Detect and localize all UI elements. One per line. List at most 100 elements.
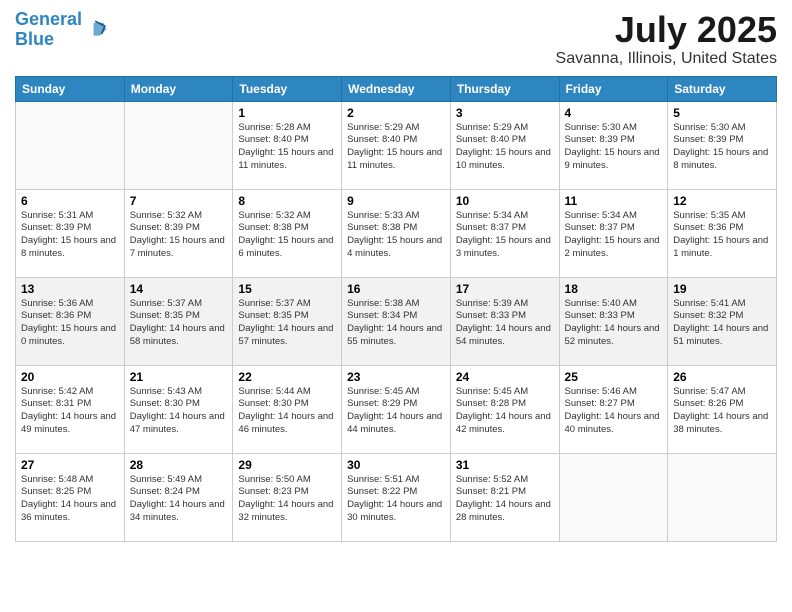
day-info: Sunrise: 5:39 AMSunset: 8:33 PMDaylight:…	[456, 298, 554, 349]
day-info: Sunrise: 5:29 AMSunset: 8:40 PMDaylight:…	[347, 122, 445, 173]
day-number: 9	[347, 194, 445, 208]
calendar-cell: 2 Sunrise: 5:29 AMSunset: 8:40 PMDaylight…	[342, 101, 451, 189]
day-info: Sunrise: 5:48 AMSunset: 8:25 PMDaylight:…	[21, 474, 119, 525]
calendar-cell: 25 Sunrise: 5:46 AMSunset: 8:27 PMDayligh…	[559, 365, 668, 453]
day-number: 27	[21, 458, 119, 472]
day-info: Sunrise: 5:30 AMSunset: 8:39 PMDaylight:…	[673, 122, 771, 173]
calendar-week-row: 1 Sunrise: 5:28 AMSunset: 8:40 PMDaylight…	[16, 101, 777, 189]
calendar-week-row: 6 Sunrise: 5:31 AMSunset: 8:39 PMDaylight…	[16, 189, 777, 277]
day-number: 20	[21, 370, 119, 384]
calendar-cell: 20Sunrise: 5:42 AMSunset: 8:31 PMDayligh…	[16, 365, 125, 453]
calendar-cell: 29 Sunrise: 5:50 AMSunset: 8:23 PMDayligh…	[233, 453, 342, 541]
day-number: 4	[565, 106, 663, 120]
day-info: Sunrise: 5:52 AMSunset: 8:21 PMDaylight:…	[456, 474, 554, 525]
day-info: Sunrise: 5:46 AMSunset: 8:27 PMDaylight:…	[565, 386, 663, 437]
calendar-cell: 27 Sunrise: 5:48 AMSunset: 8:25 PMDayligh…	[16, 453, 125, 541]
day-number: 13	[21, 282, 119, 296]
calendar-cell: 24Sunrise: 5:45 AMSunset: 8:28 PMDayligh…	[450, 365, 559, 453]
day-number: 29	[238, 458, 336, 472]
calendar-table: SundayMondayTuesdayWednesdayThursdayFrid…	[15, 76, 777, 542]
calendar-cell: 9 Sunrise: 5:33 AMSunset: 8:38 PMDaylight…	[342, 189, 451, 277]
day-number: 1	[238, 106, 336, 120]
day-number: 19	[673, 282, 771, 296]
calendar-day-header: Thursday	[450, 76, 559, 101]
day-number: 5	[673, 106, 771, 120]
day-info: Sunrise: 5:37 AMSunset: 8:35 PMDaylight:…	[130, 298, 228, 349]
day-info: Sunrise: 5:32 AMSunset: 8:39 PMDaylight:…	[130, 210, 228, 261]
day-info: Sunrise: 5:31 AMSunset: 8:39 PMDaylight:…	[21, 210, 119, 261]
day-number: 24	[456, 370, 554, 384]
day-info: Sunrise: 5:36 AMSunset: 8:36 PMDaylight:…	[21, 298, 119, 349]
day-number: 23	[347, 370, 445, 384]
day-number: 11	[565, 194, 663, 208]
calendar-week-row: 20Sunrise: 5:42 AMSunset: 8:31 PMDayligh…	[16, 365, 777, 453]
day-info: Sunrise: 5:51 AMSunset: 8:22 PMDaylight:…	[347, 474, 445, 525]
day-info: Sunrise: 5:33 AMSunset: 8:38 PMDaylight:…	[347, 210, 445, 261]
calendar-cell: 22Sunrise: 5:44 AMSunset: 8:30 PMDayligh…	[233, 365, 342, 453]
calendar-cell: 7 Sunrise: 5:32 AMSunset: 8:39 PMDaylight…	[124, 189, 233, 277]
day-number: 2	[347, 106, 445, 120]
calendar-cell: 18 Sunrise: 5:40 AMSunset: 8:33 PMDayligh…	[559, 277, 668, 365]
day-info: Sunrise: 5:35 AMSunset: 8:36 PMDaylight:…	[673, 210, 771, 261]
calendar-cell	[668, 453, 777, 541]
day-info: Sunrise: 5:37 AMSunset: 8:35 PMDaylight:…	[238, 298, 336, 349]
calendar-day-header: Sunday	[16, 76, 125, 101]
day-info: Sunrise: 5:43 AMSunset: 8:30 PMDaylight:…	[130, 386, 228, 437]
day-number: 6	[21, 194, 119, 208]
calendar-cell: 16 Sunrise: 5:38 AMSunset: 8:34 PMDayligh…	[342, 277, 451, 365]
day-info: Sunrise: 5:49 AMSunset: 8:24 PMDaylight:…	[130, 474, 228, 525]
calendar-cell: 4 Sunrise: 5:30 AMSunset: 8:39 PMDaylight…	[559, 101, 668, 189]
calendar-cell: 3 Sunrise: 5:29 AMSunset: 8:40 PMDaylight…	[450, 101, 559, 189]
calendar-cell: 19 Sunrise: 5:41 AMSunset: 8:32 PMDayligh…	[668, 277, 777, 365]
day-info: Sunrise: 5:34 AMSunset: 8:37 PMDaylight:…	[565, 210, 663, 261]
day-number: 21	[130, 370, 228, 384]
day-number: 14	[130, 282, 228, 296]
calendar-cell: 14 Sunrise: 5:37 AMSunset: 8:35 PMDayligh…	[124, 277, 233, 365]
day-number: 15	[238, 282, 336, 296]
day-number: 25	[565, 370, 663, 384]
logo: General Blue	[15, 10, 108, 50]
day-number: 7	[130, 194, 228, 208]
calendar-day-header: Tuesday	[233, 76, 342, 101]
title-block: July 2025 Savanna, Illinois, United Stat…	[556, 10, 777, 68]
day-info: Sunrise: 5:47 AMSunset: 8:26 PMDaylight:…	[673, 386, 771, 437]
day-info: Sunrise: 5:50 AMSunset: 8:23 PMDaylight:…	[238, 474, 336, 525]
calendar-day-header: Wednesday	[342, 76, 451, 101]
calendar-day-header: Monday	[124, 76, 233, 101]
calendar-cell	[124, 101, 233, 189]
calendar-cell: 10 Sunrise: 5:34 AMSunset: 8:37 PMDayligh…	[450, 189, 559, 277]
calendar-cell: 23Sunrise: 5:45 AMSunset: 8:29 PMDayligh…	[342, 365, 451, 453]
calendar-cell: 17 Sunrise: 5:39 AMSunset: 8:33 PMDayligh…	[450, 277, 559, 365]
calendar-title: July 2025	[556, 10, 777, 50]
day-number: 18	[565, 282, 663, 296]
day-info: Sunrise: 5:34 AMSunset: 8:37 PMDaylight:…	[456, 210, 554, 261]
calendar-cell: 1 Sunrise: 5:28 AMSunset: 8:40 PMDaylight…	[233, 101, 342, 189]
day-info: Sunrise: 5:38 AMSunset: 8:34 PMDaylight:…	[347, 298, 445, 349]
calendar-cell: 28 Sunrise: 5:49 AMSunset: 8:24 PMDayligh…	[124, 453, 233, 541]
day-number: 10	[456, 194, 554, 208]
day-info: Sunrise: 5:40 AMSunset: 8:33 PMDaylight:…	[565, 298, 663, 349]
day-info: Sunrise: 5:28 AMSunset: 8:40 PMDaylight:…	[238, 122, 336, 173]
calendar-cell: 11 Sunrise: 5:34 AMSunset: 8:37 PMDayligh…	[559, 189, 668, 277]
calendar-header-row: SundayMondayTuesdayWednesdayThursdayFrid…	[16, 76, 777, 101]
day-number: 28	[130, 458, 228, 472]
day-info: Sunrise: 5:30 AMSunset: 8:39 PMDaylight:…	[565, 122, 663, 173]
day-number: 3	[456, 106, 554, 120]
day-number: 17	[456, 282, 554, 296]
calendar-cell: 12 Sunrise: 5:35 AMSunset: 8:36 PMDayligh…	[668, 189, 777, 277]
calendar-cell: 13 Sunrise: 5:36 AMSunset: 8:36 PMDayligh…	[16, 277, 125, 365]
logo-icon	[84, 18, 108, 42]
calendar-day-header: Saturday	[668, 76, 777, 101]
day-number: 16	[347, 282, 445, 296]
calendar-day-header: Friday	[559, 76, 668, 101]
day-info: Sunrise: 5:32 AMSunset: 8:38 PMDaylight:…	[238, 210, 336, 261]
day-info: Sunrise: 5:41 AMSunset: 8:32 PMDaylight:…	[673, 298, 771, 349]
day-number: 12	[673, 194, 771, 208]
day-number: 8	[238, 194, 336, 208]
day-number: 22	[238, 370, 336, 384]
calendar-week-row: 27 Sunrise: 5:48 AMSunset: 8:25 PMDayligh…	[16, 453, 777, 541]
day-number: 30	[347, 458, 445, 472]
calendar-cell: 15 Sunrise: 5:37 AMSunset: 8:35 PMDayligh…	[233, 277, 342, 365]
page: General Blue July 2025 Savanna, Illinois…	[0, 0, 792, 612]
day-info: Sunrise: 5:29 AMSunset: 8:40 PMDaylight:…	[456, 122, 554, 173]
